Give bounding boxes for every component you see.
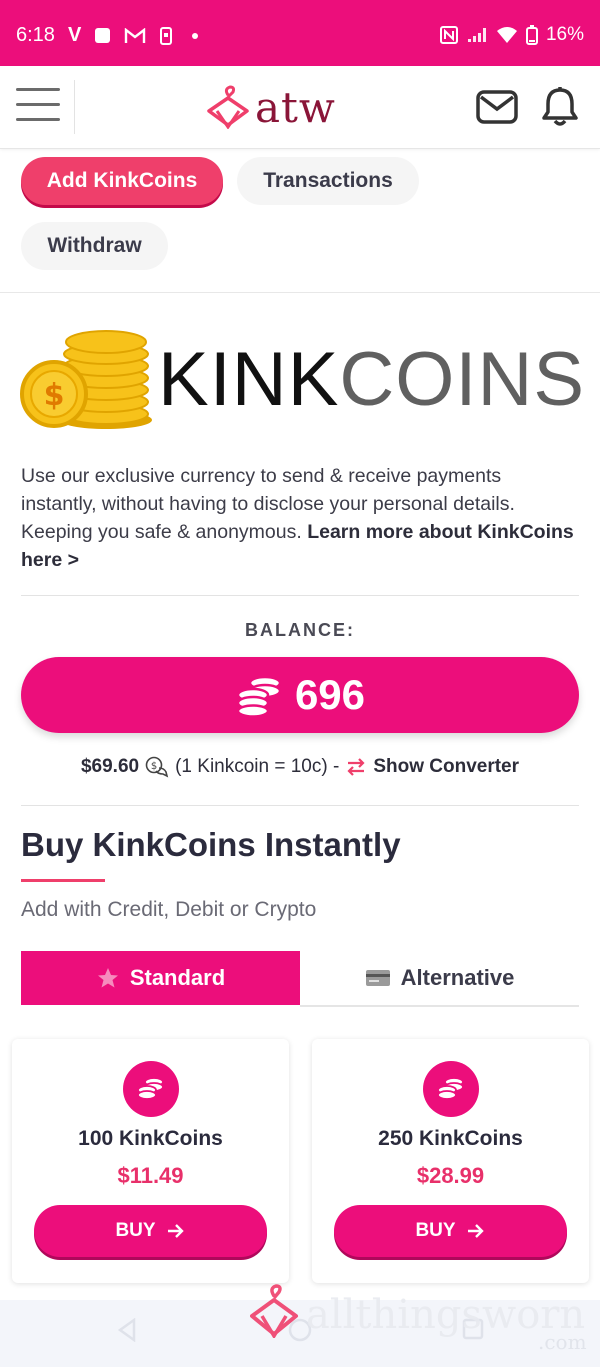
- battery-percent: 16%: [545, 24, 584, 45]
- phone-icon: [160, 26, 173, 45]
- conversion-row: $69.60 $ (1 Kinkcoin = 10c) - Show Conve…: [0, 756, 600, 778]
- carrier-icon: V: [68, 24, 82, 46]
- tab-standard[interactable]: Standard: [21, 951, 300, 1005]
- buy-button[interactable]: BUY: [334, 1205, 567, 1257]
- svg-text:$: $: [44, 378, 65, 413]
- coin-stack-icon: $: [20, 330, 152, 429]
- hanger-logo-icon: [250, 1284, 298, 1338]
- package-price: $11.49: [117, 1163, 184, 1188]
- site-logo[interactable]: atw: [205, 82, 336, 132]
- watermark-suffix: .com: [538, 1330, 587, 1354]
- coins-icon: [423, 1061, 479, 1117]
- coins-icon: [123, 1061, 179, 1117]
- tab-add-kinkcoins[interactable]: Add KinkCoins: [21, 157, 223, 205]
- bell-icon[interactable]: [541, 86, 579, 128]
- buy-heading: Buy KinkCoins Instantly: [21, 826, 401, 863]
- tab-alternative[interactable]: Alternative: [300, 951, 579, 1007]
- kinkcoins-wordmark: KINKCOINS: [158, 337, 586, 422]
- svg-text:$: $: [151, 761, 157, 772]
- heading-underline: [21, 879, 105, 882]
- square-icon: [95, 28, 111, 43]
- wallet-tabs: Add KinkCoins Transactions Withdraw: [0, 148, 600, 293]
- tab-withdraw[interactable]: Withdraw: [21, 222, 168, 270]
- money-chat-icon: $: [145, 756, 169, 778]
- buy-button-label: BUY: [115, 1220, 156, 1241]
- back-icon[interactable]: [116, 1318, 138, 1342]
- hanger-logo-icon: [207, 85, 249, 129]
- gmail-icon: [125, 27, 146, 43]
- watermark: allthingsworn .com: [248, 1282, 587, 1354]
- tab-standard-label: Standard: [129, 965, 226, 990]
- package-card: 250 KinkCoins $28.99 BUY: [312, 1039, 589, 1283]
- signal-icon: [467, 28, 486, 42]
- balance-usd: $69.60: [80, 756, 140, 777]
- package-name: 250 KinkCoins: [378, 1127, 523, 1150]
- status-time: 6:18: [16, 24, 55, 46]
- kinkcoins-logo: $ KINKCOINS: [20, 322, 584, 434]
- status-bar: 6:18 V 16%: [0, 0, 600, 66]
- tab-transactions[interactable]: Transactions: [237, 157, 419, 205]
- package-price: $28.99: [416, 1163, 485, 1188]
- divider: [21, 805, 579, 806]
- logo-text: atw: [255, 82, 336, 132]
- balance-label: BALANCE:: [245, 620, 355, 640]
- header-divider: [74, 80, 75, 134]
- wifi-icon: [496, 27, 517, 43]
- nfc-icon: [439, 26, 458, 44]
- show-converter-link[interactable]: Show Converter: [373, 756, 519, 778]
- balance-value: 696: [294, 671, 366, 718]
- arrow-right-icon: [467, 1224, 484, 1238]
- package-card: 100 KinkCoins $11.49 BUY: [12, 1039, 289, 1283]
- tab-alternative-label: Alternative: [400, 965, 515, 990]
- star-icon: [97, 968, 118, 988]
- conversion-rate: (1 Kinkcoin = 10c) -: [175, 756, 340, 777]
- balance-display: 696: [21, 657, 579, 733]
- swap-icon[interactable]: [345, 757, 367, 777]
- package-name: 100 KinkCoins: [78, 1127, 223, 1150]
- battery-icon: [525, 25, 538, 45]
- buy-button-label: BUY: [415, 1220, 456, 1241]
- status-right-icons: 16%: [439, 24, 584, 46]
- buy-button[interactable]: BUY: [34, 1205, 267, 1257]
- divider: [21, 595, 579, 596]
- arrow-right-icon: [167, 1224, 184, 1238]
- mail-icon[interactable]: [476, 90, 518, 124]
- menu-icon[interactable]: [16, 88, 60, 124]
- dot-icon: [192, 32, 199, 39]
- app-header: atw: [0, 66, 600, 149]
- kinkcoins-description: Use our exclusive currency to send & rec…: [21, 462, 581, 574]
- status-left-icons: V: [68, 24, 199, 47]
- coins-icon: [236, 675, 282, 717]
- card-icon: [365, 970, 390, 986]
- buy-subheading: Add with Credit, Debit or Crypto: [21, 898, 317, 921]
